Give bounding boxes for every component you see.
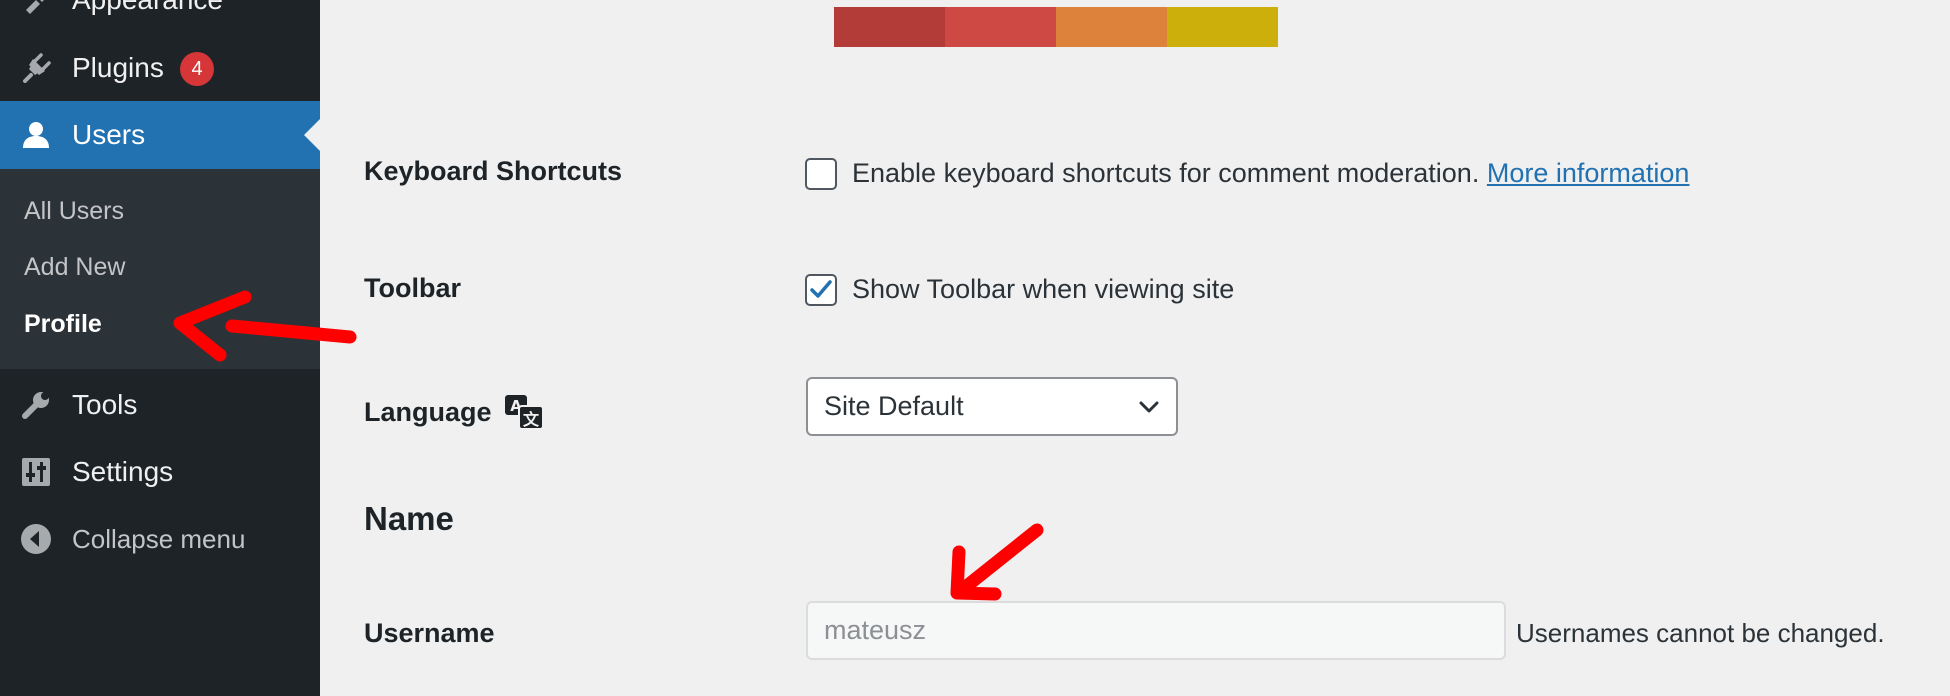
menu-label-appearance: Appearance bbox=[72, 0, 223, 16]
collapse-menu-button[interactable]: Collapse menu bbox=[0, 505, 320, 573]
user-icon bbox=[20, 119, 52, 151]
keyboard-shortcuts-label: Keyboard Shortcuts bbox=[364, 156, 623, 186]
brush-icon bbox=[20, 0, 52, 16]
menu-label-plugins: Plugins bbox=[72, 52, 164, 83]
menu-item-plugins[interactable]: Plugins 4 bbox=[0, 34, 320, 102]
color-swatch-1 bbox=[834, 7, 945, 47]
menu-label-tools: Tools bbox=[72, 389, 138, 420]
profile-main: Keyboard Shortcuts Enable keyboard short… bbox=[320, 0, 1950, 696]
menu-item-appearance[interactable]: Appearance bbox=[0, 0, 320, 34]
color-swatch-2 bbox=[945, 7, 1056, 47]
chevron-down-icon bbox=[1139, 401, 1159, 413]
plugins-update-badge: 4 bbox=[180, 52, 214, 86]
language-selected-value: Site Default bbox=[824, 391, 964, 421]
menu-item-settings[interactable]: Settings bbox=[0, 438, 320, 506]
submenu-profile[interactable]: Profile bbox=[24, 310, 102, 339]
users-submenu: All Users Add New Profile bbox=[0, 169, 320, 369]
toolbar-checkbox[interactable] bbox=[805, 274, 837, 306]
wrench-icon bbox=[20, 389, 52, 421]
language-select[interactable]: Site Default bbox=[806, 377, 1178, 436]
svg-text:文: 文 bbox=[523, 410, 540, 429]
language-label-row: Language A 文 bbox=[364, 394, 544, 430]
keyboard-shortcuts-description: Enable keyboard shortcuts for comment mo… bbox=[852, 158, 1689, 189]
menu-label-settings: Settings bbox=[72, 456, 174, 487]
admin-sidebar: Appearance Plugins 4 Users All Users Add… bbox=[0, 0, 320, 696]
translation-icon: A 文 bbox=[504, 395, 544, 430]
submenu-all-users[interactable]: All Users bbox=[24, 197, 124, 226]
keyboard-shortcuts-text: Enable keyboard shortcuts for comment mo… bbox=[852, 158, 1480, 188]
more-information-link[interactable]: More information bbox=[1487, 158, 1690, 188]
username-description: Usernames cannot be changed. bbox=[1516, 618, 1885, 648]
menu-item-tools[interactable]: Tools bbox=[0, 371, 320, 439]
color-swatch-4 bbox=[1167, 7, 1278, 47]
keyboard-shortcuts-checkbox[interactable] bbox=[805, 158, 837, 190]
checkmark-icon bbox=[810, 280, 832, 298]
toolbar-description: Show Toolbar when viewing site bbox=[852, 274, 1235, 304]
menu-label-collapse: Collapse menu bbox=[72, 523, 246, 554]
username-label: Username bbox=[364, 618, 495, 648]
submenu-add-new[interactable]: Add New bbox=[24, 253, 125, 282]
language-label: Language bbox=[364, 396, 492, 427]
menu-item-users[interactable]: Users bbox=[0, 101, 320, 169]
username-value: mateusz bbox=[824, 615, 927, 645]
username-input[interactable]: mateusz bbox=[806, 601, 1506, 660]
name-section-title: Name bbox=[364, 500, 454, 537]
admin-color-scheme-swatch bbox=[834, 7, 1278, 47]
collapse-arrow-icon bbox=[20, 523, 52, 555]
color-swatch-3 bbox=[1056, 7, 1167, 47]
settings-sliders-icon bbox=[20, 456, 52, 488]
plugin-icon bbox=[20, 52, 52, 84]
toolbar-label: Toolbar bbox=[364, 273, 461, 303]
menu-label-users: Users bbox=[72, 119, 146, 150]
